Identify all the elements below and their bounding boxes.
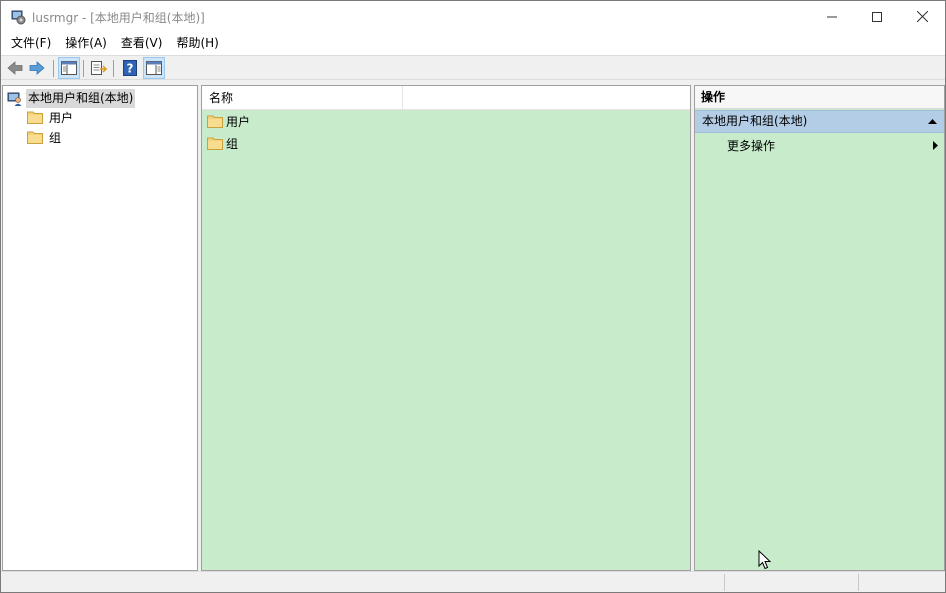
more-actions-label: 更多操作 xyxy=(727,139,776,153)
export-list-icon xyxy=(91,60,107,75)
folder-icon xyxy=(27,111,43,124)
menu-view[interactable]: 查看(V) xyxy=(114,32,170,55)
action-pane: 操作 本地用户和组(本地) 更多操作 xyxy=(694,85,945,571)
title-bar: lusrmgr - [本地用户和组(本地)] xyxy=(1,1,945,32)
show-hide-action-pane-button[interactable] xyxy=(143,57,165,79)
toolbar-separator xyxy=(53,60,54,77)
menu-file[interactable]: 文件(F) xyxy=(4,32,58,55)
window-title: lusrmgr - [本地用户和组(本地)] xyxy=(32,11,205,25)
action-section-label: 本地用户和组(本地) xyxy=(702,114,808,128)
column-header-name[interactable]: 名称 xyxy=(202,86,403,110)
help-button[interactable]: ? xyxy=(119,57,141,79)
action-pane-title: 操作 xyxy=(695,86,944,109)
action-section-header[interactable]: 本地用户和组(本地) xyxy=(695,110,944,133)
console-tree: 本地用户和组(本地) 用户 组 xyxy=(2,85,198,571)
action-pane-icon xyxy=(146,61,162,75)
computer-management-icon xyxy=(11,10,26,25)
show-hide-console-tree-button[interactable] xyxy=(58,57,80,79)
folder-icon xyxy=(207,115,223,128)
export-list-button[interactable] xyxy=(88,57,110,79)
folder-icon xyxy=(27,131,43,144)
menu-bar: 文件(F) 操作(A) 查看(V) 帮助(H) xyxy=(1,32,945,55)
list-header: 名称 xyxy=(202,86,690,110)
menu-action[interactable]: 操作(A) xyxy=(58,32,114,55)
tree-root-label: 本地用户和组(本地) xyxy=(26,88,136,108)
status-separator xyxy=(858,574,859,591)
toolbar-separator xyxy=(113,60,114,77)
list-item-users[interactable]: 用户 xyxy=(207,111,250,131)
tree-item-users[interactable]: 用户 xyxy=(27,107,73,127)
mouse-cursor-icon xyxy=(758,550,771,570)
forward-arrow-icon xyxy=(29,61,45,75)
collapse-up-icon xyxy=(928,119,937,124)
toolbar-separator xyxy=(83,60,84,77)
list-item-label: 组 xyxy=(226,136,239,151)
tree-item-label: 用户 xyxy=(49,110,74,125)
close-icon xyxy=(916,11,928,22)
minimize-button[interactable] xyxy=(809,1,855,32)
status-separator xyxy=(724,574,725,591)
back-arrow-icon xyxy=(7,61,23,75)
forward-button[interactable] xyxy=(26,57,48,79)
console-tree-icon xyxy=(61,61,77,75)
maximize-button[interactable] xyxy=(854,1,900,32)
back-button[interactable] xyxy=(4,57,26,79)
more-actions-item[interactable]: 更多操作 xyxy=(727,136,944,156)
help-icon: ? xyxy=(123,60,137,76)
toolbar: ? xyxy=(1,55,945,80)
tree-item-groups[interactable]: 组 xyxy=(27,127,61,147)
list-item-label: 用户 xyxy=(226,114,251,129)
users-groups-icon xyxy=(7,92,22,106)
results-list: 名称 用户 组 xyxy=(201,85,691,571)
minimize-icon xyxy=(827,16,837,17)
maximize-icon xyxy=(872,11,882,22)
svg-text:?: ? xyxy=(127,62,134,76)
menu-help[interactable]: 帮助(H) xyxy=(169,32,225,55)
close-button[interactable] xyxy=(899,1,945,32)
status-bar xyxy=(1,571,945,592)
tree-item-label: 组 xyxy=(49,130,62,145)
submenu-arrow-icon xyxy=(933,141,938,150)
app-window: lusrmgr - [本地用户和组(本地)] 文件(F) 操作(A) 查看(V)… xyxy=(0,0,946,593)
tree-root-local-users-groups[interactable]: 本地用户和组(本地) xyxy=(7,88,136,108)
folder-icon xyxy=(207,137,223,150)
list-item-groups[interactable]: 组 xyxy=(207,133,238,153)
